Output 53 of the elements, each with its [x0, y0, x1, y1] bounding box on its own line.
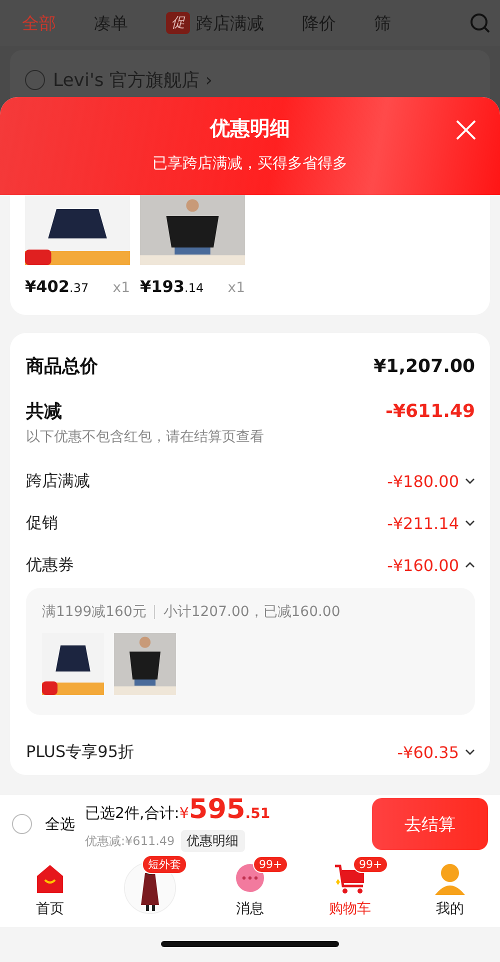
sheet-title: 优惠明细: [210, 115, 290, 142]
nav-item[interactable]: 首页: [0, 853, 100, 927]
discount-label: 优惠券: [26, 554, 74, 576]
promo-badge: 促: [166, 12, 190, 34]
nav-label: 我的: [436, 900, 464, 918]
coupon-rule: 满1199减160元: [42, 603, 146, 621]
discount-row[interactable]: 跨店满减 -¥180.00: [26, 460, 475, 502]
selected-count: 已选2件,合计:: [85, 804, 180, 823]
product-quantity: x1: [228, 280, 245, 296]
discount-row[interactable]: PLUS专享95折 -¥60.35: [26, 731, 475, 773]
chevron-icon[interactable]: [465, 748, 475, 756]
count-badge: 99+: [353, 856, 388, 873]
sheet-subtitle: 已享跨店满减，买得多省得多: [152, 154, 348, 173]
nav-item[interactable]: 99+ 购物车: [300, 853, 400, 927]
nav-item[interactable]: 99+ 消息: [200, 853, 300, 927]
count-badge: 短外套: [142, 855, 187, 874]
coupon-subtotal: 小计1207.00，已减160.00: [163, 603, 340, 621]
discount-detail-button[interactable]: 优惠明细: [180, 830, 245, 852]
product-price: ¥193.14: [140, 277, 204, 296]
discount-label: 跨店满减: [26, 470, 90, 492]
person-icon: [433, 862, 467, 896]
total-price: ¥595.51: [179, 796, 270, 827]
discount-value: -¥211.14: [387, 514, 459, 532]
reduction-value: -¥611.49: [386, 400, 475, 422]
discount-value: -¥60.35: [397, 742, 459, 762]
chevron-icon[interactable]: [465, 519, 475, 527]
discount-value: -¥160.00: [387, 556, 459, 574]
discount-row[interactable]: 优惠券 -¥160.00: [26, 544, 475, 586]
product-price: ¥402.37: [25, 277, 89, 296]
store-checkbox[interactable]: [25, 70, 45, 90]
select-all-checkbox[interactable]: [12, 814, 32, 834]
discount-label: PLUS专享95折: [26, 742, 134, 762]
discount-total: 优惠减:¥611.49: [85, 832, 175, 850]
count-badge: 99+: [253, 856, 288, 873]
chevron-icon[interactable]: [465, 561, 475, 569]
nav-item[interactable]: 我的: [400, 853, 500, 927]
nav-item[interactable]: 短外套: [100, 853, 200, 927]
select-all-label[interactable]: 全选: [45, 814, 75, 834]
total-label: 商品总价: [26, 355, 98, 378]
nav-label: 首页: [36, 900, 64, 918]
discount-row[interactable]: 促销 -¥211.14: [26, 502, 475, 544]
close-icon[interactable]: [455, 119, 477, 141]
chevron-icon[interactable]: [465, 477, 475, 485]
product-quantity: x1: [112, 280, 130, 296]
checkout-button[interactable]: 去结算: [372, 798, 488, 850]
reduction-label: 共减: [26, 400, 62, 423]
discount-label: 促销: [26, 512, 58, 534]
nav-label: 购物车: [329, 900, 371, 918]
total-value: ¥1,207.00: [374, 356, 475, 376]
nav-label: 消息: [236, 900, 264, 918]
reduction-note: 以下优惠不包含红包，请在结算页查看: [26, 428, 265, 446]
search-icon[interactable]: [470, 13, 490, 33]
discount-value: -¥180.00: [387, 472, 459, 490]
